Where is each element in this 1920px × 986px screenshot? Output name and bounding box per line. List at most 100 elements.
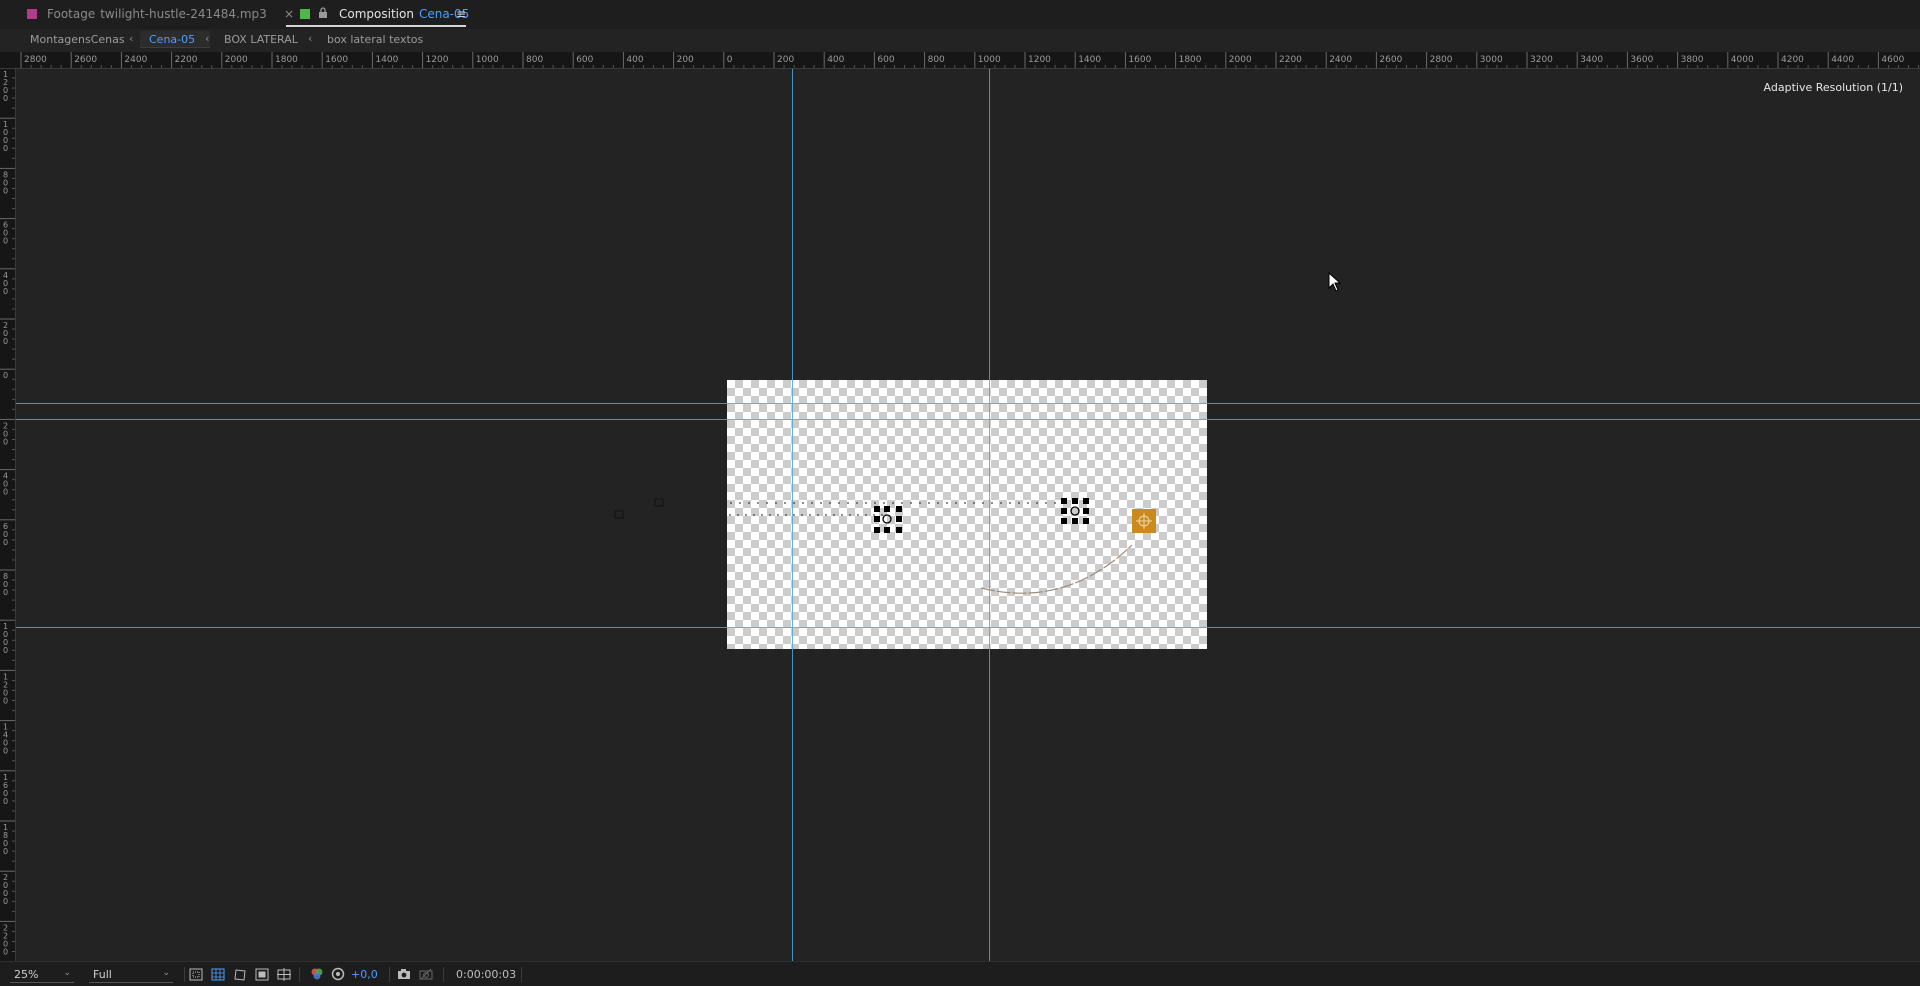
panel-tab-bar: Footage twilight-hustle-241484.mp3 × Com…	[0, 0, 1920, 29]
tab-footage-name: twilight-hustle-241484.mp3	[100, 7, 267, 21]
breadcrumb-montagenscenas[interactable]: MontagensCenas	[30, 33, 125, 46]
horizontal-ruler[interactable]: 2800 2600 2400 2200 2000 1800 1600 1400 1200 1000…	[14, 52, 1920, 69]
mask-visibility-icon[interactable]	[232, 966, 248, 982]
ruler-label: 3800	[1681, 55, 1704, 65]
ruler-label: 1000	[978, 55, 1001, 65]
lock-icon[interactable]	[318, 7, 332, 21]
ruler-label: 2600	[74, 55, 97, 65]
current-time-display[interactable]: 0:00:00:03	[456, 968, 516, 981]
ruler-label: 1000	[3, 120, 8, 153]
close-icon[interactable]: ×	[284, 7, 294, 21]
toolbar-divider	[521, 967, 522, 982]
ruler-label: 600	[3, 221, 8, 246]
ruler-label: 1400	[375, 55, 398, 65]
vertical-ruler-ticks: 1 2 0 01 0 0 08 0 06 0 04 0 02 0 002 0 04 0 06 0 08 0 01 0 0 01 2 0…	[0, 70, 15, 956]
toolbar-divider	[389, 967, 390, 982]
ruler-label: 3000	[1480, 55, 1503, 65]
ruler-label: 1200	[1028, 55, 1051, 65]
selected-keyframe-icon[interactable]	[1132, 509, 1156, 533]
ruler-label: 2400	[1329, 55, 1352, 65]
ruler-label: 400	[827, 55, 844, 65]
breadcrumb-box-lateral-textos[interactable]: box lateral textos	[327, 33, 423, 46]
ruler-label: 200	[677, 55, 694, 65]
motion-path-overlay	[609, 498, 1156, 594]
breadcrumb-separator: ‹	[308, 32, 313, 45]
magnification-dropdown[interactable]: 25% ⌄	[10, 966, 74, 983]
ruler-label: 1000	[3, 622, 8, 655]
ruler-label: 4000	[1731, 55, 1754, 65]
composition-breadcrumb: MontagensCenas ‹ Cena-05 ‹ BOX LATERAL ‹…	[0, 29, 1920, 51]
color-channels-icon[interactable]	[309, 966, 325, 982]
breadcrumb-separator: ‹	[129, 32, 134, 45]
ruler-label: 2000	[1229, 55, 1252, 65]
toolbar-divider	[184, 967, 185, 982]
ruler-label: 200	[3, 321, 8, 346]
exposure-value[interactable]: +0,0	[351, 968, 378, 981]
snapshot-icon[interactable]	[396, 966, 412, 982]
chevron-down-icon: ⌄	[162, 968, 170, 978]
layer-transform-handles[interactable]	[1061, 498, 1089, 524]
ruler-label: 1200	[3, 70, 8, 103]
ruler-label: 2600	[1379, 55, 1402, 65]
ruler-label: 2200	[175, 55, 198, 65]
ruler-label: 1000	[476, 55, 499, 65]
resolution-dropdown[interactable]: Full ⌄	[89, 966, 173, 983]
ruler-label: 600	[877, 55, 894, 65]
magnification-value: 25%	[14, 967, 39, 981]
resolution-value: Full	[93, 967, 112, 981]
adaptive-resolution-indicator: Adaptive Resolution (1/1)	[1763, 81, 1903, 94]
composition-viewer[interactable]: Adaptive Resolution (1/1)	[16, 69, 1920, 961]
ruler-label: 400	[3, 271, 8, 296]
ruler-label: 2200	[3, 923, 8, 956]
show-snapshot-icon[interactable]	[418, 966, 434, 982]
tab-composition[interactable]: Composition Cena-05	[300, 0, 469, 28]
ruler-label: 400	[626, 55, 643, 65]
tab-composition-kind: Composition	[339, 7, 414, 21]
safe-zones-icon[interactable]	[254, 966, 270, 982]
ruler-label: 1600	[3, 773, 8, 806]
ruler-label: 1800	[275, 55, 298, 65]
active-tab-underline	[286, 25, 466, 27]
panel-menu-icon[interactable]: ≡	[456, 7, 466, 21]
ruler-label: 200	[777, 55, 794, 65]
color-management-icon[interactable]	[330, 966, 346, 982]
mouse-cursor-icon	[1328, 272, 1342, 292]
motion-path-curve[interactable]	[980, 544, 1133, 594]
layer-transform-handles[interactable]	[874, 506, 902, 533]
ruler-label: 2000	[3, 873, 8, 906]
breadcrumb-cena-05[interactable]: Cena-05	[149, 33, 195, 46]
ruler-label: 0	[727, 55, 733, 65]
horizontal-ruler-ticks: 2800 2600 2400 2200 2000 1800 1600 1400 1200 1000…	[20, 52, 1920, 68]
ruler-label: 2800	[24, 55, 47, 65]
toolbar-divider	[443, 967, 444, 982]
vertical-ruler[interactable]: 1200100080060040020002004006008001000120…	[0, 69, 16, 961]
composition-label-color-swatch	[300, 9, 310, 19]
ruler-label: 3200	[1530, 55, 1553, 65]
ruler-label: 800	[3, 170, 8, 195]
ruler-label: 4400	[1831, 55, 1854, 65]
ruler-label: 800	[928, 55, 945, 65]
transparency-grid-icon[interactable]	[210, 966, 226, 982]
breadcrumb-box-lateral[interactable]: BOX LATERAL	[224, 33, 298, 46]
ruler-label: 3600	[1630, 55, 1653, 65]
ruler-label: 2400	[124, 55, 147, 65]
ruler-label: 600	[576, 55, 593, 65]
ruler-label: 1200	[3, 672, 8, 705]
ruler-label: 400	[3, 472, 8, 497]
ruler-label: 0	[3, 371, 8, 380]
ruler-label: 4600	[1881, 55, 1904, 65]
grid-guides-icon[interactable]	[276, 966, 292, 982]
chevron-down-icon: ⌄	[63, 968, 71, 978]
ruler-label: 1400	[1078, 55, 1101, 65]
footage-label-color-swatch	[27, 9, 37, 19]
tab-footage[interactable]: Footage twilight-hustle-241484.mp3	[27, 0, 267, 28]
ruler-label: 800	[3, 572, 8, 597]
toolbar-divider	[299, 967, 300, 982]
tab-footage-kind: Footage	[47, 7, 96, 21]
ruler-label: 1800	[3, 823, 8, 856]
ruler-label: 2800	[1430, 55, 1453, 65]
ruler-label: 200	[3, 421, 8, 446]
region-of-interest-icon[interactable]	[188, 966, 204, 982]
ruler-label: 1800	[1179, 55, 1202, 65]
ruler-label: 4200	[1781, 55, 1804, 65]
